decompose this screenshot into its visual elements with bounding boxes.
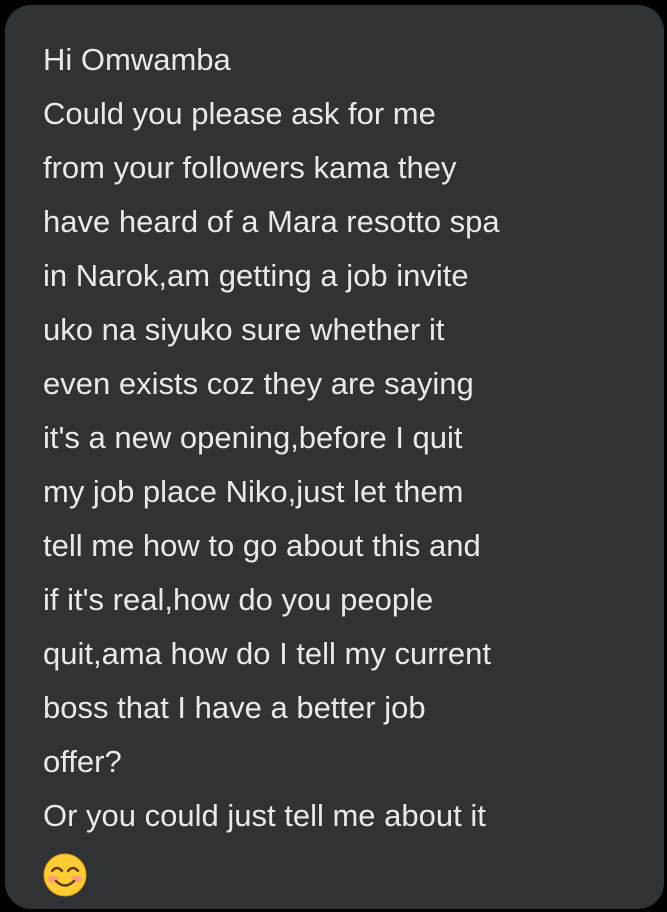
message-line: in Narok,am getting a job invite bbox=[43, 258, 469, 293]
message-line: boss that I have a better job bbox=[43, 690, 426, 725]
message-line: uko na siyuko sure whether it bbox=[43, 312, 445, 347]
message-line: it's a new opening,before I quit bbox=[43, 420, 463, 455]
message-line: Or you could just tell me about it bbox=[43, 798, 486, 833]
message-line: from your followers kama they bbox=[43, 150, 457, 185]
message-line: my job place Niko,just let them bbox=[43, 474, 464, 509]
message-line: if it's real,how do you people bbox=[43, 582, 434, 617]
message-line: Hi Omwamba bbox=[43, 42, 231, 77]
message-line: tell me how to go about this and bbox=[43, 528, 481, 563]
emoji-row bbox=[43, 843, 644, 899]
message-line: Could you please ask for me bbox=[43, 96, 436, 131]
smiling-face-emoji-icon bbox=[43, 853, 87, 897]
message-line: offer? bbox=[43, 744, 122, 779]
message-line: quit,ama how do I tell my current bbox=[43, 636, 491, 671]
message-bubble: Hi Omwamba Could you please ask for me f… bbox=[5, 5, 664, 909]
message-line: even exists coz they are saying bbox=[43, 366, 474, 401]
message-line: have heard of a Mara resotto spa bbox=[43, 204, 500, 239]
